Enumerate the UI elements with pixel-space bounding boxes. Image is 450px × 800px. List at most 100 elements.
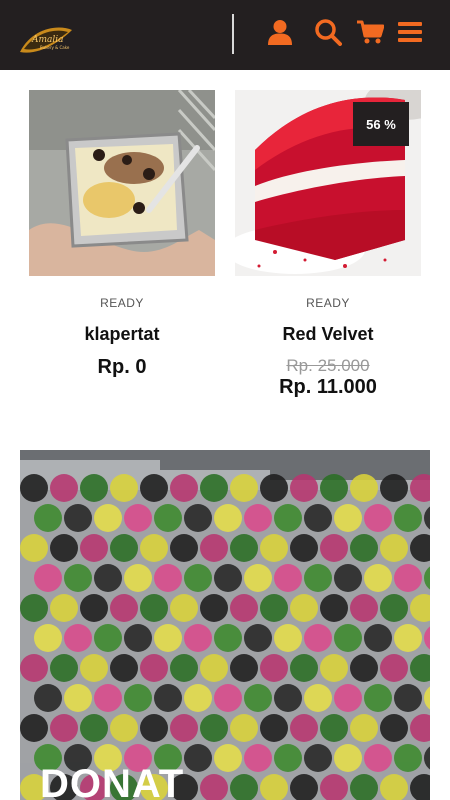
donut-decoration [260,714,288,742]
donut-decoration [230,714,258,742]
donut-decoration [230,534,258,562]
donut-decoration [110,714,138,742]
user-icon[interactable] [264,16,296,48]
donut-decoration [50,654,78,682]
donut-decoration [124,624,152,652]
donut-decoration [214,624,242,652]
donut-decoration [154,624,182,652]
donut-decoration [80,534,108,562]
donut-decoration [170,474,198,502]
donut-decoration [214,684,242,712]
search-icon[interactable] [312,16,344,48]
donut-decoration [380,474,408,502]
donut-decoration [304,624,332,652]
product-price: Rp. 11.000 [279,376,377,398]
donut-decoration [184,744,212,772]
donut-decoration [304,684,332,712]
donut-decoration [364,744,392,772]
donut-decoration [364,564,392,592]
donut-decoration [20,594,48,622]
donut-decoration [260,594,288,622]
donut-decoration [124,684,152,712]
product-card-klapertat[interactable]: READY klapertat Rp. 0 [29,90,215,380]
donut-decoration [154,684,182,712]
donut-decoration [140,594,168,622]
donut-decoration [230,474,258,502]
donut-decoration [290,474,318,502]
donut-decoration [394,504,422,532]
donut-decoration [64,624,92,652]
category-banner-donat[interactable]: DONAT [20,450,430,800]
donut-decoration [110,594,138,622]
donut-decoration [394,564,422,592]
donut-decoration [170,534,198,562]
svg-text:Amalia: Amalia [31,35,64,45]
product-image[interactable] [29,90,215,276]
donut-decoration [334,624,362,652]
donut-decoration [380,534,408,562]
donut-decoration [394,684,422,712]
donut-decoration [394,744,422,772]
donut-decoration [34,684,62,712]
donut-decoration [200,654,228,682]
donut-decoration [380,654,408,682]
donut-decoration [94,624,122,652]
donut-decoration [34,624,62,652]
cart-icon[interactable] [354,16,386,48]
donut-decoration [170,594,198,622]
donut-decoration [124,564,152,592]
donut-decoration [304,744,332,772]
donut-decoration [110,654,138,682]
donut-decoration [350,714,378,742]
donut-decoration [334,684,362,712]
menu-icon[interactable] [394,16,426,48]
donut-decoration [200,474,228,502]
donut-decoration [364,504,392,532]
donut-decoration [244,564,272,592]
donut-decoration [244,504,272,532]
donut-decoration [380,594,408,622]
product-name[interactable]: klapertat [29,324,215,346]
donut-decoration [290,654,318,682]
donut-decoration [94,504,122,532]
product-image[interactable]: 56 % [235,90,421,276]
donut-decoration [184,684,212,712]
product-price: Rp. 0 [97,356,147,378]
donut-decoration [260,534,288,562]
donut-decoration [80,654,108,682]
donut-decoration [170,654,198,682]
product-old-price: Rp. 25.000 [286,356,370,375]
donut-decoration [320,714,348,742]
header-divider [232,14,234,54]
donut-decoration [154,564,182,592]
banner-title: DONAT [40,762,185,800]
donut-decoration [34,504,62,532]
donut-decoration [80,594,108,622]
donut-decoration [20,654,48,682]
donut-decoration [320,654,348,682]
donut-decoration [290,594,318,622]
donut-decoration [350,474,378,502]
product-card-red-velvet[interactable]: 56 % READY Red Velvet Rp. 25.000 Rp. 11.… [235,90,421,400]
donut-decoration [200,714,228,742]
donut-decoration [50,594,78,622]
donut-decoration [94,684,122,712]
donut-decoration [334,564,362,592]
banner-image [20,450,430,800]
donut-decoration [274,504,302,532]
brand-logo[interactable]: Amalia Bakery & Cake [18,22,74,60]
donut-decoration [140,654,168,682]
donut-decoration [200,594,228,622]
product-status: READY [306,296,350,310]
product-status: READY [100,296,144,310]
donut-decoration [230,594,258,622]
donut-decoration [334,744,362,772]
donut-decoration [124,504,152,532]
donut-decoration [260,474,288,502]
product-name[interactable]: Red Velvet [235,324,421,346]
donut-decoration [170,714,198,742]
donut-decoration [94,564,122,592]
donut-decoration [80,714,108,742]
donut-decoration [274,684,302,712]
donut-decoration [350,594,378,622]
